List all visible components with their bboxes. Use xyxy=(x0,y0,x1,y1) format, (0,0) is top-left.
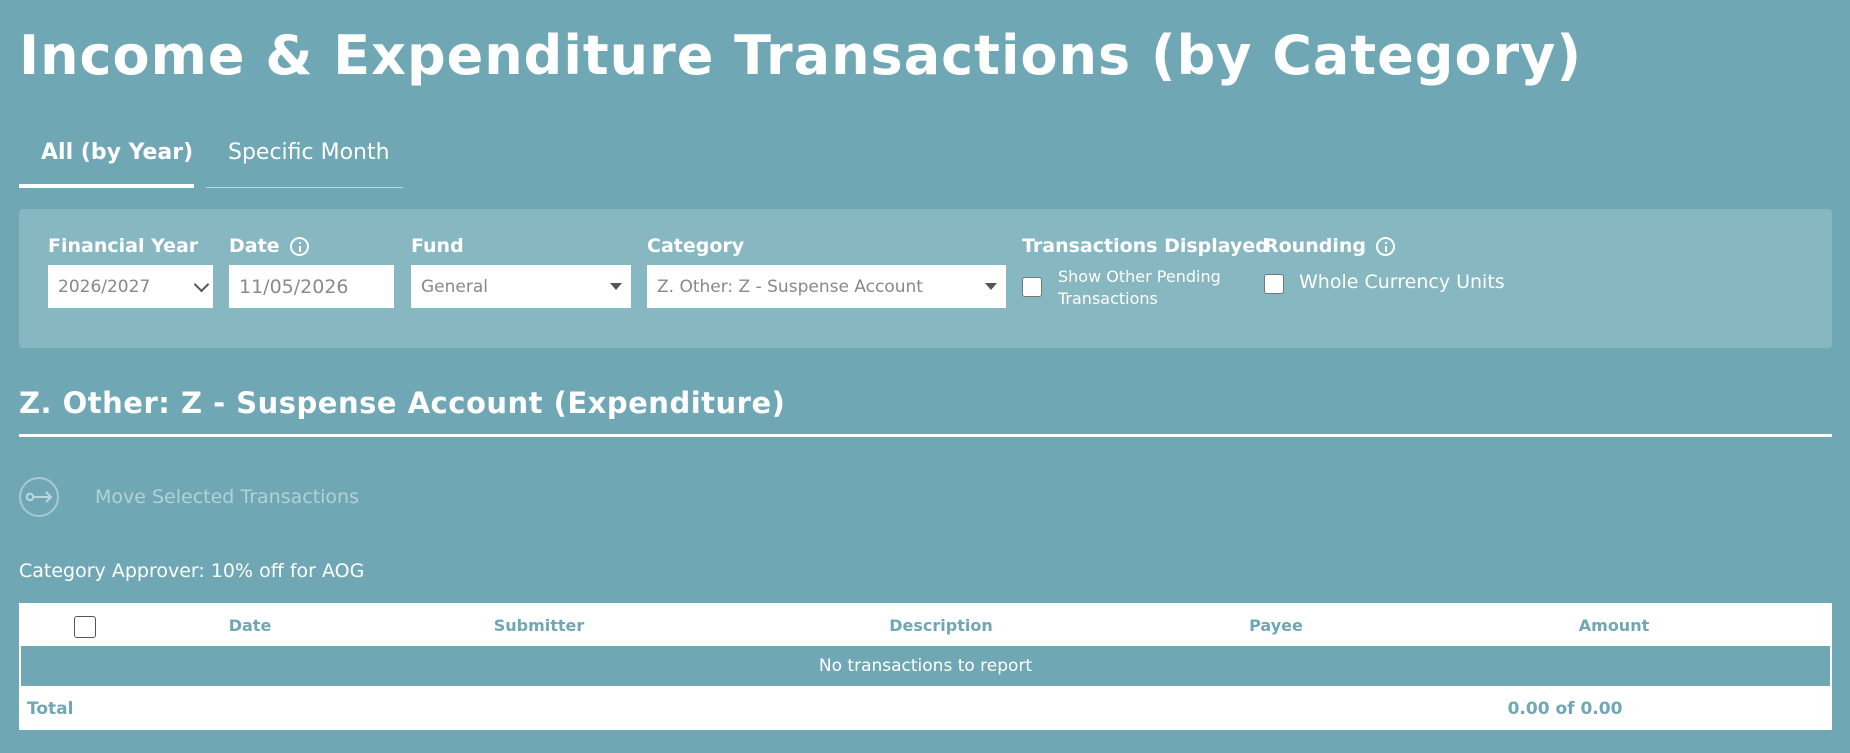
financial-year-label: Financial Year xyxy=(48,235,198,257)
transactions-table: Date Submitter Description Payee Amount … xyxy=(19,603,1832,730)
show-pending-line1: Show Other Pending xyxy=(1058,267,1221,286)
move-selected-label: Move Selected Transactions xyxy=(95,486,359,508)
category-label-text: Category xyxy=(647,235,745,257)
financial-year-label-text: Financial Year xyxy=(48,235,199,257)
show-pending-line2: Transactions xyxy=(1058,289,1158,308)
total-amount: 0.00 of 0.00 xyxy=(1507,699,1623,719)
tab-all-by-year[interactable]: All (by Year) xyxy=(19,130,194,188)
chevron-down-icon xyxy=(193,276,210,293)
empty-state-row: No transactions to report xyxy=(21,646,1830,686)
fund-value: General xyxy=(421,276,488,297)
info-icon[interactable] xyxy=(289,236,309,256)
total-label: Total xyxy=(27,699,74,719)
whole-currency-checkbox[interactable] xyxy=(1264,274,1284,294)
transactions-displayed-label: Transactions Displayed xyxy=(1022,235,1269,257)
whole-currency-label: Whole Currency Units xyxy=(1299,271,1505,293)
financial-year-value: 2026/2027 xyxy=(58,276,151,297)
show-pending-checkbox[interactable] xyxy=(1022,277,1042,297)
date-label-text: Date xyxy=(229,235,280,257)
category-approver: Category Approver: 10% off for AOG xyxy=(19,560,365,582)
date-label: Date xyxy=(229,235,309,257)
column-header-date[interactable]: Date xyxy=(229,616,272,635)
transactions-displayed-label-text: Transactions Displayed xyxy=(1022,235,1269,257)
select-all-checkbox[interactable] xyxy=(74,616,96,638)
fund-label-text: Fund xyxy=(411,235,464,257)
column-header-submitter[interactable]: Submitter xyxy=(494,616,585,635)
date-input[interactable]: 11/05/2026 xyxy=(229,265,394,308)
section-divider xyxy=(19,434,1832,437)
fund-select[interactable]: General xyxy=(411,265,631,308)
category-label: Category xyxy=(647,235,744,257)
category-select[interactable]: Z. Other: Z - Suspense Account xyxy=(647,265,1006,308)
section-heading: Z. Other: Z - Suspense Account (Expendit… xyxy=(19,386,786,420)
tab-bar: All (by Year) Specific Month xyxy=(19,130,403,190)
rounding-label: Rounding xyxy=(1264,235,1395,257)
category-value: Z. Other: Z - Suspense Account xyxy=(657,276,923,297)
fund-label: Fund xyxy=(411,235,464,257)
column-header-amount[interactable]: Amount xyxy=(1579,616,1649,635)
column-header-description[interactable]: Description xyxy=(889,616,992,635)
column-header-payee[interactable]: Payee xyxy=(1249,616,1303,635)
page-title: Income & Expenditure Transactions (by Ca… xyxy=(19,24,1583,87)
caret-down-icon xyxy=(610,283,622,290)
filter-panel: Financial Year 2026/2027 Date 11/05/2026… xyxy=(19,209,1832,348)
show-pending-label: Show Other Pending Transactions xyxy=(1058,266,1221,310)
move-selected-button[interactable]: Move Selected Transactions xyxy=(19,476,359,518)
info-icon[interactable] xyxy=(1375,236,1395,256)
financial-year-select[interactable]: 2026/2027 xyxy=(48,265,213,308)
move-icon xyxy=(19,477,59,517)
tab-specific-month[interactable]: Specific Month xyxy=(206,130,403,188)
date-value: 11/05/2026 xyxy=(239,275,349,298)
caret-down-icon xyxy=(985,283,997,290)
rounding-label-text: Rounding xyxy=(1264,235,1366,257)
